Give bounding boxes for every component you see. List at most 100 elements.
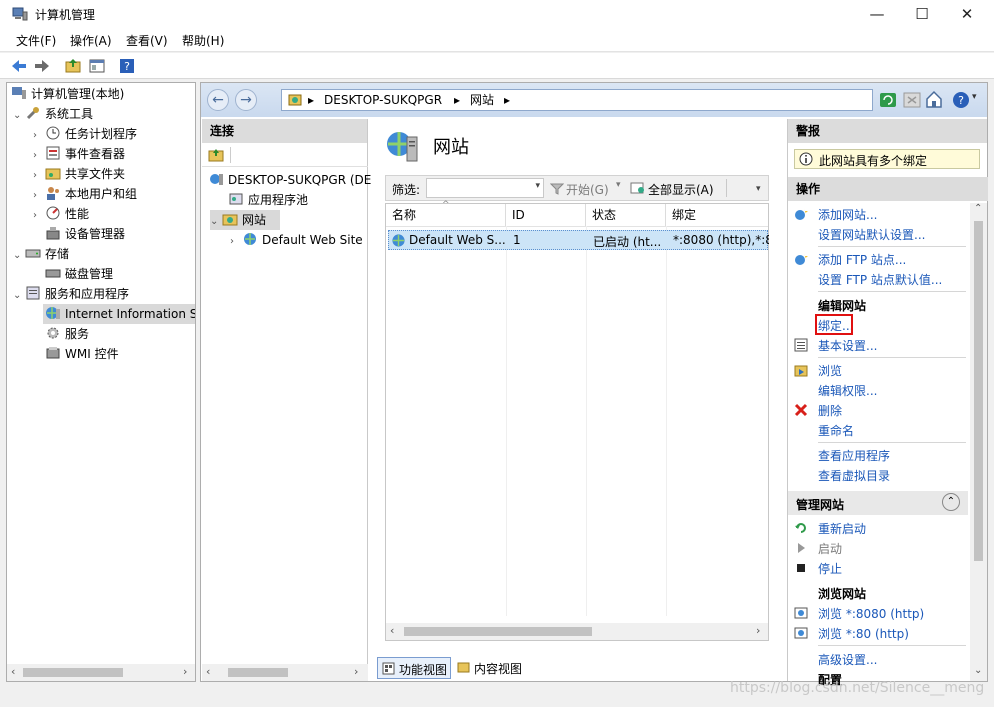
start-link[interactable]: 启动 — [818, 540, 842, 557]
add-site-link[interactable]: 添加网站... — [818, 206, 877, 223]
explore-link[interactable]: 浏览 — [818, 362, 842, 379]
help-icon[interactable]: ? — [118, 57, 136, 75]
maximize-button[interactable]: ☐ — [899, 0, 945, 28]
column-header-binding[interactable]: 绑定 — [666, 204, 768, 226]
chevron-right-icon[interactable]: › — [230, 232, 242, 252]
tree-item-device-manager[interactable]: 设备管理器 — [45, 224, 125, 244]
view-vdirs-link[interactable]: 查看虚拟目录 — [818, 467, 890, 484]
remove-link[interactable]: 删除 — [818, 402, 842, 419]
tree-item-disk-management[interactable]: 磁盘管理 — [45, 264, 113, 284]
tab-content-view[interactable]: 内容视图 — [453, 657, 527, 679]
tree-item-root[interactable]: 计算机管理(本地) — [11, 84, 124, 104]
show-hide-console-tree-icon[interactable] — [88, 57, 106, 75]
scroll-up-icon[interactable]: ⌃ — [974, 203, 982, 214]
back-button[interactable]: ← — [207, 89, 229, 111]
up-folder-icon[interactable] — [64, 57, 82, 75]
tree-item-wmi[interactable]: WMI 控件 — [45, 344, 119, 364]
breadcrumb[interactable]: ▸ DESKTOP-SUKQPGR ▸ 网站 ▸ — [281, 89, 873, 111]
content-view-icon — [457, 662, 470, 673]
stop-link[interactable]: 停止 — [818, 560, 842, 577]
table-row[interactable]: Default Web S... 1 已启动 (ht... *:8080 (ht… — [388, 230, 769, 250]
menu-view[interactable]: 查看(V) — [126, 32, 168, 49]
tree-item-storage[interactable]: ⌄ 存储 — [13, 244, 69, 264]
tree-item-task-scheduler[interactable]: › 任务计划程序 — [33, 124, 137, 144]
tree-item-performance[interactable]: › 性能 — [33, 204, 89, 224]
browse-80-link[interactable]: 浏览 *:80 (http) — [818, 625, 909, 642]
actions-vertical-scrollbar[interactable]: ⌃ ⌄ — [970, 203, 987, 681]
column-header-id[interactable]: ID — [506, 204, 586, 226]
chevron-down-icon[interactable]: ▾ — [535, 181, 540, 191]
tab-feature-view[interactable]: 功能视图 — [377, 657, 451, 679]
filter-icon — [550, 183, 564, 195]
chevron-down-icon[interactable]: ▾ — [756, 184, 761, 194]
menu-file[interactable]: 文件(F) — [16, 32, 56, 49]
tree-item-iis[interactable]: Internet Information Services — [43, 304, 195, 324]
scroll-right-icon[interactable]: › — [354, 665, 358, 678]
chevron-down-icon[interactable]: ⌄ — [13, 106, 25, 126]
show-all-button[interactable]: 全部显示(A) — [648, 181, 714, 198]
edit-permissions-link[interactable]: 编辑权限... — [818, 382, 877, 399]
scroll-thumb[interactable] — [23, 668, 123, 677]
chevron-down-icon[interactable]: ⌄ — [13, 246, 25, 266]
tree-item-services[interactable]: 服务 — [45, 324, 89, 344]
grid-horizontal-scrollbar[interactable]: ‹ › — [386, 623, 768, 640]
chevron-right-icon[interactable]: › — [33, 146, 45, 166]
advanced-settings-link[interactable]: 高级设置... — [818, 651, 877, 668]
menu-action[interactable]: 操作(A) — [70, 32, 112, 49]
conn-item-app-pools[interactable]: 应用程序池 — [228, 190, 308, 210]
chevron-right-icon[interactable]: › — [33, 166, 45, 186]
restart-link[interactable]: 重新启动 — [818, 520, 866, 537]
refresh-icon[interactable] — [879, 91, 897, 109]
chevron-right-icon[interactable]: › — [33, 126, 45, 146]
breadcrumb-host[interactable]: DESKTOP-SUKQPGR — [324, 90, 442, 110]
chevron-down-icon[interactable]: ⌄ — [210, 212, 222, 232]
manage-site-header[interactable]: 管理网站 ⌃ — [788, 491, 968, 515]
start-filter-button[interactable]: 开始(G) — [566, 181, 609, 198]
menu-help[interactable]: 帮助(H) — [182, 32, 224, 49]
tree-item-services-apps[interactable]: ⌄ 服务和应用程序 — [13, 284, 129, 304]
view-apps-link[interactable]: 查看应用程序 — [818, 447, 890, 464]
site-defaults-link[interactable]: 设置网站默认设置... — [818, 226, 925, 243]
home-icon[interactable] — [925, 89, 943, 109]
scroll-left-icon[interactable]: ‹ — [206, 665, 210, 678]
back-icon[interactable] — [10, 57, 28, 75]
forward-button[interactable]: → — [235, 89, 257, 111]
forward-icon[interactable] — [33, 57, 51, 75]
scroll-left-icon[interactable]: ‹ — [390, 624, 394, 637]
minimize-button[interactable]: — — [854, 0, 900, 28]
chevron-down-icon[interactable]: ▾ — [972, 92, 977, 102]
chevron-right-icon[interactable]: › — [33, 206, 45, 226]
ftp-defaults-link[interactable]: 设置 FTP 站点默认值... — [818, 271, 942, 288]
chevron-down-icon[interactable]: ⌄ — [13, 286, 25, 306]
filter-input[interactable]: ▾ — [426, 178, 544, 198]
rename-link[interactable]: 重命名 — [818, 422, 854, 439]
scroll-thumb[interactable] — [228, 668, 288, 677]
basic-settings-link[interactable]: 基本设置... — [818, 337, 877, 354]
stop-icon[interactable] — [903, 91, 921, 109]
conn-item-host[interactable]: DESKTOP-SUKQPGR (DE — [208, 170, 371, 190]
scroll-right-icon[interactable]: › — [756, 624, 760, 637]
scroll-left-icon[interactable]: ‹ — [11, 665, 15, 678]
scroll-thumb[interactable] — [404, 627, 592, 636]
tree-item-system-tools[interactable]: ⌄ 系统工具 — [13, 104, 93, 124]
help-icon[interactable]: ? — [951, 90, 971, 110]
tree-item-local-users[interactable]: › 本地用户和组 — [33, 184, 137, 204]
close-button[interactable]: ✕ — [944, 0, 990, 28]
tree-horizontal-scrollbar[interactable]: ‹ › — [7, 664, 195, 681]
tree-item-shared-folders[interactable]: › 共享文件夹 — [33, 164, 125, 184]
chevron-right-icon[interactable]: › — [33, 186, 45, 206]
connect-icon[interactable] — [208, 147, 224, 163]
collapse-up-icon[interactable]: ⌃ — [942, 493, 960, 511]
scroll-down-icon[interactable]: ⌄ — [974, 665, 982, 676]
browse-8080-link[interactable]: 浏览 *:8080 (http) — [818, 605, 924, 622]
connections-horizontal-scrollbar[interactable]: ‹ › — [202, 664, 368, 681]
column-header-status[interactable]: 状态 — [586, 204, 666, 226]
column-divider — [506, 226, 507, 616]
conn-item-default-site[interactable]: › Default Web Site — [230, 230, 363, 250]
tree-item-event-viewer[interactable]: › 事件查看器 — [33, 144, 125, 164]
add-ftp-link[interactable]: 添加 FTP 站点... — [818, 251, 906, 268]
scroll-thumb[interactable] — [974, 221, 983, 561]
scroll-right-icon[interactable]: › — [183, 665, 187, 678]
conn-item-sites[interactable]: ⌄ 网站 — [210, 210, 280, 230]
breadcrumb-sites[interactable]: 网站 — [470, 90, 494, 110]
